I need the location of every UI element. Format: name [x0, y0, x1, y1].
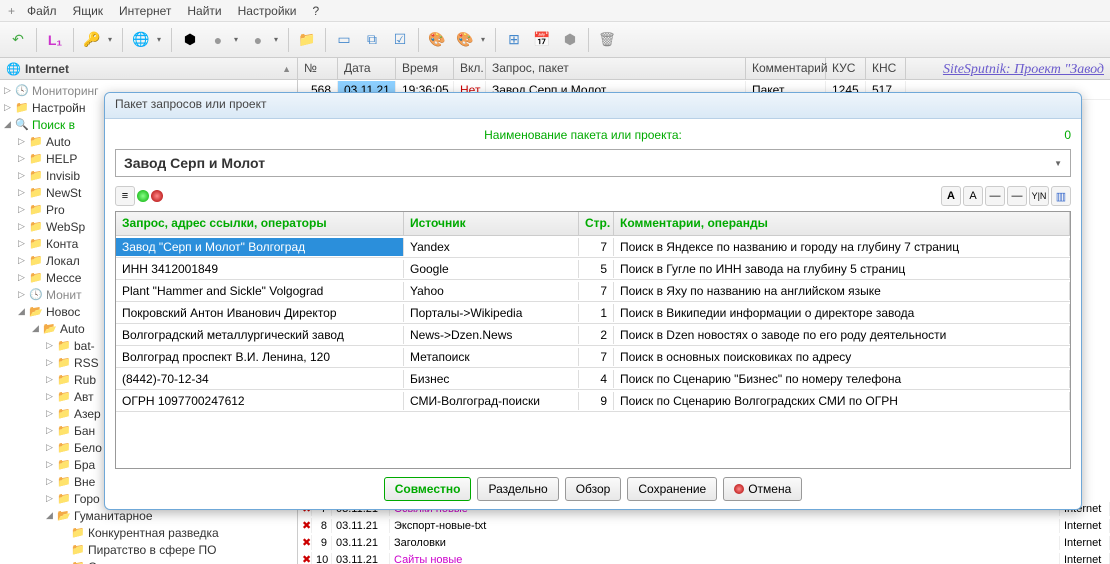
col-comments[interactable]: Комментарии, операнды	[614, 212, 1070, 235]
minus2-icon[interactable]: —	[1007, 186, 1027, 206]
separately-button[interactable]: Раздельно	[477, 477, 558, 501]
win2-icon[interactable]: ⧉	[360, 28, 384, 52]
col-source[interactable]: Источник	[404, 212, 579, 235]
tree-item[interactable]: 📁Конкурентная разведка	[0, 524, 297, 541]
query-row[interactable]: Волгоградский металлургический заводNews…	[116, 324, 1070, 346]
dialog-title: Пакет запросов или проект	[105, 93, 1081, 119]
calendar-icon[interactable]: 📅	[530, 28, 554, 52]
sphere2-icon[interactable]: ●	[246, 28, 270, 52]
menu-file[interactable]: Файл	[19, 2, 65, 20]
grid-col[interactable]: Время	[396, 58, 454, 79]
dialog-counter: 0	[1051, 128, 1071, 142]
green-dot-icon[interactable]	[137, 190, 149, 202]
layer-icon[interactable]: L₁	[43, 28, 67, 52]
project-name-input[interactable]: Завод Серп и Молот▼	[115, 149, 1071, 177]
minus-icon[interactable]: —	[985, 186, 1005, 206]
bars-icon[interactable]: ▥	[1051, 186, 1071, 206]
grid-icon[interactable]: ⊞	[502, 28, 526, 52]
menu-find[interactable]: Найти	[179, 2, 229, 20]
toolbar: ↶ L₁ 🔑▾ 🌐▾ ⬢ ●▾ ●▾ 📁 ▭ ⧉ ☑ 🎨 🎨▾ ⊞ 📅 ⬢ 🗑	[0, 22, 1110, 58]
win3-icon[interactable]: ☑	[388, 28, 412, 52]
col-query[interactable]: Запрос, адрес ссылки, операторы	[116, 212, 404, 235]
win1-icon[interactable]: ▭	[332, 28, 356, 52]
grid-col[interactable]: Комментарий	[746, 58, 826, 79]
trash-icon[interactable]: 🗑	[595, 28, 619, 52]
grid-col[interactable]: Запрос, пакет	[486, 58, 746, 79]
font-a-icon[interactable]: A	[941, 186, 961, 206]
cubes-icon[interactable]: ⬢	[178, 28, 202, 52]
grid-col[interactable]: Дата	[338, 58, 396, 79]
query-row[interactable]: Завод "Серп и Молот" ВолгоградYandex7Пои…	[116, 236, 1070, 258]
query-row[interactable]: (8442)-70-12-34Бизнес4Поиск по Сценарию …	[116, 368, 1070, 390]
query-row[interactable]: Покровский Антон Иванович ДиректорПортал…	[116, 302, 1070, 324]
grid-col[interactable]: Вкл.	[454, 58, 486, 79]
menu-plus[interactable]: +	[4, 2, 19, 20]
query-row[interactable]: Волгоград проспект В.И. Ленина, 120Метап…	[116, 346, 1070, 368]
link-row[interactable]: ✖1003.11.21Сайты новыеInternet	[298, 551, 1110, 564]
stop-icon[interactable]: ⬢	[558, 28, 582, 52]
palette2-icon[interactable]: 🎨	[453, 28, 477, 52]
dialog-grid: Запрос, адрес ссылки, операторы Источник…	[115, 211, 1071, 469]
menubar: + Файл Ящик Интернет Найти Настройки ?	[0, 0, 1110, 22]
overview-button[interactable]: Обзор	[565, 477, 622, 501]
tree-icon[interactable]: 📁	[295, 28, 319, 52]
query-row[interactable]: ИНН 3412001849Google5Поиск в Гугле по ИН…	[116, 258, 1070, 280]
key-icon[interactable]: 🔑	[80, 28, 104, 52]
back-icon[interactable]: ↶	[6, 28, 30, 52]
grid-col[interactable]: КУС	[826, 58, 866, 79]
yn-icon[interactable]: Y|N	[1029, 186, 1049, 206]
query-row[interactable]: Plant "Hammer and Sickle" VolgogradYahoo…	[116, 280, 1070, 302]
link-row[interactable]: ✖803.11.21Экспорт-новые-txtInternet	[298, 517, 1110, 534]
font-a2-icon[interactable]: A	[963, 186, 983, 206]
globe-icon[interactable]: 🌐	[129, 28, 153, 52]
together-button[interactable]: Совместно	[384, 477, 472, 501]
list-icon[interactable]: ≡	[115, 186, 135, 206]
save-button[interactable]: Сохранение	[627, 477, 717, 501]
cancel-button[interactable]: Отмена	[723, 477, 802, 501]
sidebar-header: Internet ▲	[0, 58, 297, 80]
menu-settings[interactable]: Настройки	[230, 2, 305, 20]
dialog: Пакет запросов или проект Наименование п…	[104, 92, 1082, 510]
menu-help[interactable]: ?	[304, 2, 327, 20]
grid-col[interactable]: КНС	[866, 58, 906, 79]
col-pages[interactable]: Стр.	[579, 212, 614, 235]
menu-box[interactable]: Ящик	[65, 2, 112, 20]
query-row[interactable]: ОГРН 1097700247612СМИ-Волгоград-поиски9П…	[116, 390, 1070, 412]
link-row[interactable]: ✖903.11.21ЗаголовкиInternet	[298, 534, 1110, 551]
grid-col[interactable]: №	[298, 58, 338, 79]
tree-item[interactable]: 📁Пиратство в сфере ПО	[0, 541, 297, 558]
sphere-icon[interactable]: ●	[206, 28, 230, 52]
tree-item[interactable]: 📁Социология	[0, 558, 297, 564]
palette1-icon[interactable]: 🎨	[425, 28, 449, 52]
red-dot-icon[interactable]	[151, 190, 163, 202]
dialog-label: Наименование пакета или проекта:	[115, 128, 1051, 142]
menu-internet[interactable]: Интернет	[111, 2, 179, 20]
watermark: SiteSputnik: Проект "Завод	[943, 62, 1104, 78]
